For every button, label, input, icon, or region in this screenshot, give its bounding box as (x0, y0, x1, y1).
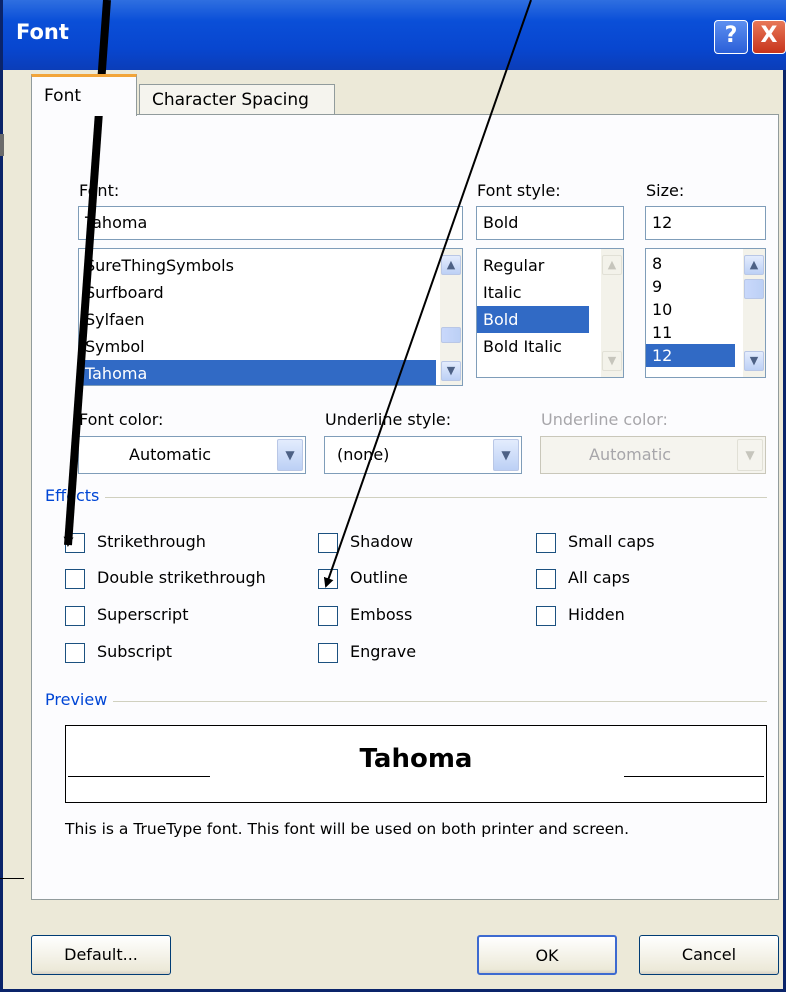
superscript-checkbox[interactable] (65, 606, 85, 626)
size-input[interactable]: 12 (645, 206, 766, 240)
background-edge-line (0, 878, 24, 879)
shadow-label[interactable]: Shadow (350, 532, 413, 551)
close-icon: X (760, 23, 778, 48)
emboss-label[interactable]: Emboss (350, 605, 412, 624)
list-item[interactable]: Sylfaen (79, 306, 462, 333)
font-color-value: Automatic (129, 445, 212, 464)
preview-rule-left (68, 776, 210, 777)
all-caps-checkbox[interactable] (536, 569, 556, 589)
tab-character-spacing[interactable]: Character Spacing (139, 84, 335, 116)
hidden-label[interactable]: Hidden (568, 605, 625, 624)
underline-color-dropdown[interactable]: Automatic ▼ (540, 436, 766, 474)
ok-button[interactable]: OK (477, 935, 617, 975)
list-item-selected[interactable]: Tahoma (79, 360, 436, 385)
superscript-label[interactable]: Superscript (97, 605, 188, 624)
list-item-selected[interactable]: 12 (646, 344, 735, 367)
preview-sample: Tahoma (359, 744, 473, 774)
effects-title: Effects (45, 486, 106, 505)
strikethrough-checkbox[interactable] (65, 533, 85, 553)
preview-box: Tahoma (65, 725, 767, 803)
background-edge-mark (0, 134, 4, 156)
small-caps-checkbox[interactable] (536, 533, 556, 553)
font-color-dropdown[interactable]: Automatic ▼ (78, 436, 306, 474)
font-style-input[interactable]: Bold (476, 206, 624, 240)
shadow-checkbox[interactable] (318, 533, 338, 553)
underline-color-label: Underline color: (541, 410, 668, 429)
underline-style-value: (none) (337, 445, 390, 464)
list-item[interactable]: Surfboard (79, 279, 462, 306)
engrave-label[interactable]: Engrave (350, 642, 416, 661)
chevron-down-icon[interactable]: ▼ (737, 439, 763, 471)
list-item-selected[interactable]: Bold (477, 306, 589, 333)
small-caps-label[interactable]: Small caps (568, 532, 655, 551)
hidden-checkbox[interactable] (536, 606, 556, 626)
tab-font[interactable]: Font (31, 74, 137, 116)
underline-color-value: Automatic (589, 445, 672, 464)
engrave-checkbox[interactable] (318, 643, 338, 663)
underline-style-dropdown[interactable]: (none) ▼ (324, 436, 522, 474)
font-dialog: Font ? X Font Character Spacing Font: Ta… (0, 0, 786, 992)
preview-rule-right (624, 776, 764, 777)
scroll-up-arrow-icon[interactable]: ▲ (602, 255, 622, 275)
effects-divider (45, 497, 767, 498)
chevron-down-icon[interactable]: ▼ (493, 439, 519, 471)
preview-divider (45, 701, 767, 702)
font-input[interactable]: Tahoma (78, 206, 463, 240)
subscript-label[interactable]: Subscript (97, 642, 172, 661)
outline-label[interactable]: Outline (350, 568, 408, 587)
scroll-down-arrow-icon[interactable]: ▼ (744, 351, 764, 371)
double-strikethrough-checkbox[interactable] (65, 569, 85, 589)
emboss-checkbox[interactable] (318, 606, 338, 626)
list-item[interactable]: Symbol (79, 333, 462, 360)
strikethrough-label[interactable]: Strikethrough (97, 532, 206, 551)
cancel-button[interactable]: Cancel (639, 935, 779, 975)
tab-character-spacing-label: Character Spacing (152, 90, 309, 110)
scroll-thumb[interactable] (744, 279, 764, 299)
font-list-scrollbar[interactable]: ▲ ▼ (440, 249, 462, 385)
font-list[interactable]: SureThingSymbols Surfboard Sylfaen Symbo… (78, 248, 463, 386)
default-button[interactable]: Default... (31, 935, 171, 975)
close-button[interactable]: X (752, 20, 786, 54)
list-item[interactable]: SureThingSymbols (79, 252, 462, 279)
font-label: Font: (79, 181, 120, 200)
all-caps-label[interactable]: All caps (568, 568, 630, 587)
window-title: Font (16, 20, 69, 44)
scroll-up-arrow-icon[interactable]: ▲ (441, 255, 461, 275)
outline-checkbox[interactable] (318, 569, 338, 589)
subscript-checkbox[interactable] (65, 643, 85, 663)
font-style-list[interactable]: Regular Italic Bold Bold Italic ▲ ▼ (476, 248, 624, 378)
preview-description: This is a TrueType font. This font will … (65, 820, 630, 838)
size-list[interactable]: 8 9 10 11 12 ▲ ▼ (645, 248, 766, 378)
tab-font-label: Font (44, 86, 82, 106)
help-button[interactable]: ? (714, 20, 748, 54)
scroll-down-arrow-icon[interactable]: ▼ (441, 361, 461, 381)
underline-style-label: Underline style: (325, 410, 452, 429)
scroll-down-arrow-icon[interactable]: ▼ (602, 351, 622, 371)
font-color-label: Font color: (79, 410, 164, 429)
scroll-thumb[interactable] (441, 327, 461, 343)
double-strikethrough-label[interactable]: Double strikethrough (97, 568, 266, 587)
scroll-up-arrow-icon[interactable]: ▲ (744, 255, 764, 275)
preview-title: Preview (45, 690, 114, 709)
size-list-scrollbar[interactable]: ▲ ▼ (743, 249, 765, 377)
title-bar: Font ? X (3, 0, 786, 70)
help-icon: ? (724, 23, 738, 48)
font-style-label: Font style: (477, 181, 561, 200)
chevron-down-icon[interactable]: ▼ (277, 439, 303, 471)
size-label: Size: (646, 181, 685, 200)
font-style-list-scrollbar[interactable]: ▲ ▼ (601, 249, 623, 377)
